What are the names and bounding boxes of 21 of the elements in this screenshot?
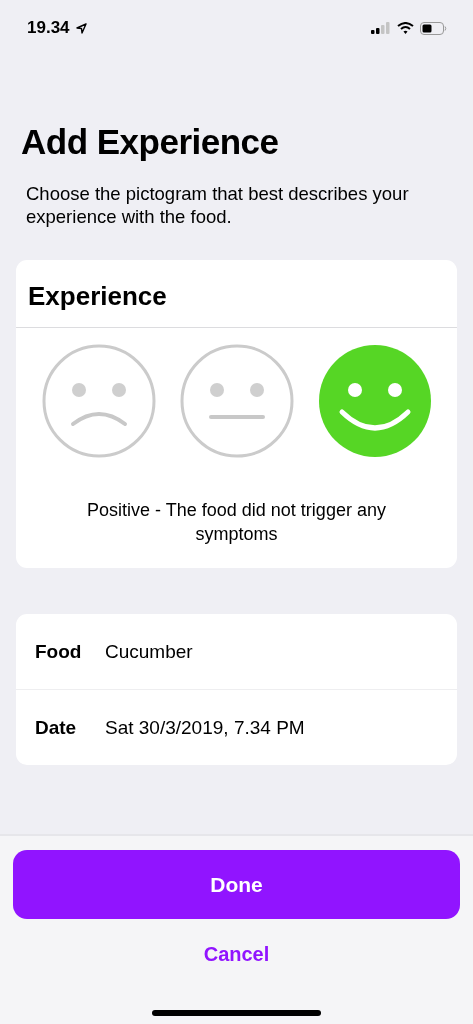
done-button[interactable]: Done [13,850,460,919]
field-value[interactable]: Cucumber [105,640,193,663]
experience-caption: Positive - The food did not trigger any symptoms [86,499,387,546]
field-label: Date [35,716,78,739]
positive-face-option[interactable] [317,344,432,458]
description-text: Choose the pictogram that best describes your experience with the food. [26,182,410,228]
negative-face-option[interactable] [41,344,156,458]
signal-icon [371,22,391,34]
field-value[interactable]: Sat 30/3/2019, 7.34 PM [105,716,305,739]
frowning-face-icon [41,344,156,458]
status-time: 19.34 [27,18,70,38]
field-label: Food [35,640,83,663]
battery-icon [420,21,447,35]
smiling-face-icon [317,344,432,458]
neutral-face-icon [179,344,294,458]
wifi-icon [397,22,414,34]
card-heading: Experience [16,260,457,328]
neutral-face-option[interactable] [179,344,294,458]
location-arrow-icon [75,22,87,34]
page-title: Add Experience [21,122,280,162]
cancel-button[interactable]: Cancel [195,939,278,970]
